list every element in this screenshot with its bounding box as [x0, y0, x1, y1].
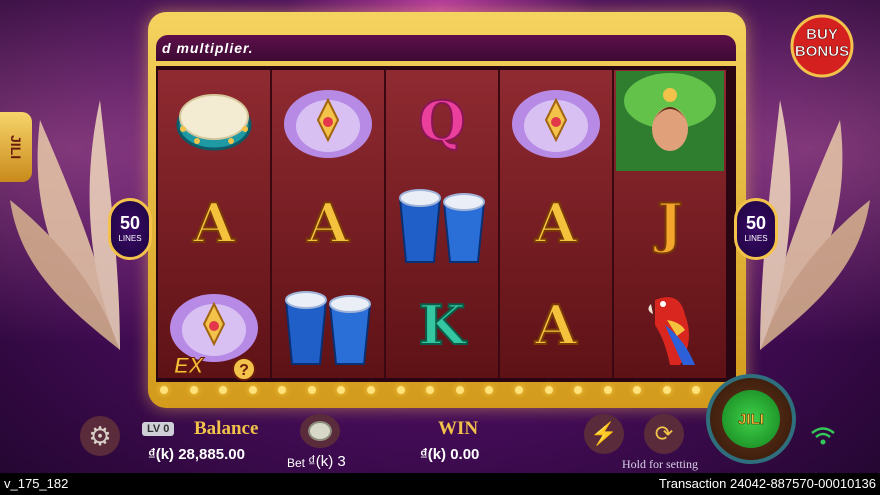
- buy-bonus-line1: BUY: [806, 26, 838, 44]
- symbol-letter: Q: [386, 70, 498, 172]
- transaction-label: Transaction 24042-887570-00010136: [658, 476, 876, 491]
- turbo-button[interactable]: ⚡: [584, 414, 624, 454]
- symbol-letter: A: [500, 172, 612, 274]
- bet-label: Bet: [287, 456, 306, 470]
- balance-label: Balance: [194, 418, 259, 439]
- status-bar: v_175_182 Transaction 24042-887570-00010…: [0, 473, 880, 495]
- symbol-letter: A: [272, 172, 384, 274]
- conga-drums-icon: [284, 291, 372, 365]
- symbol-parrot: [614, 274, 726, 376]
- symbol-tambourine: [158, 70, 270, 172]
- symbol-a-letter: A: [534, 190, 578, 256]
- control-bar: ⚙ LV 0 Balance ₫(k) 28,885.00 Bet ₫(k) 3…: [0, 374, 880, 473]
- symbol-j-letter: J: [656, 190, 684, 256]
- autoplay-button[interactable]: ⟳: [644, 414, 684, 454]
- win-label: WIN: [438, 418, 479, 439]
- symbol-conga-drums: [386, 172, 498, 274]
- gear-icon: ⚙: [88, 421, 112, 451]
- samba-dancer-icon: [616, 71, 724, 171]
- symbol-q-letter: Q: [417, 88, 466, 154]
- tambourine-icon: [176, 94, 252, 151]
- jili-side-tab-label: JILI: [8, 134, 24, 160]
- symbol-conga-drums: [272, 274, 384, 376]
- wifi-icon: [811, 427, 835, 445]
- buy-bonus-line2: BONUS: [794, 43, 850, 61]
- reel-1: A: [158, 70, 272, 378]
- symbol-a-letter: A: [534, 292, 578, 358]
- ex-feature-badge[interactable]: EX ?: [170, 345, 260, 387]
- symbol-samba-dancer: [614, 70, 726, 172]
- win-value: ₫(k) 0.00: [420, 446, 480, 463]
- lines-label: LINES: [118, 234, 142, 243]
- headdress-icon: [512, 90, 600, 158]
- info-marquee: d multiplier.: [156, 35, 736, 61]
- coins-icon: [308, 421, 332, 441]
- spin-button[interactable]: JILI: [706, 374, 796, 464]
- version-label: v_175_182: [4, 476, 69, 491]
- conga-drums-icon: [398, 189, 486, 263]
- settings-button[interactable]: ⚙: [80, 416, 120, 456]
- jili-side-tab[interactable]: JILI: [0, 112, 32, 182]
- reel-2: A: [272, 70, 386, 378]
- help-icon[interactable]: ?: [232, 357, 256, 381]
- buy-bonus-button[interactable]: BUY BONUS: [786, 12, 858, 78]
- symbol-feather-headdress: [272, 70, 384, 172]
- symbol-a-letter: A: [192, 190, 236, 256]
- balance-value: ₫(k) 28,885.00: [148, 446, 245, 463]
- parrot-icon: [648, 297, 695, 365]
- reel-5: J: [614, 70, 726, 378]
- bet-button[interactable]: [300, 414, 340, 448]
- reel-4: A A: [500, 70, 614, 378]
- symbol-letter: A: [500, 274, 612, 376]
- symbol-letter: K: [386, 274, 498, 376]
- symbol-letter: A: [158, 172, 270, 274]
- autoplay-icon: ⟳: [654, 421, 674, 446]
- lines-count: 50: [745, 213, 767, 233]
- bet-value: ₫(k) 3: [308, 453, 346, 470]
- level-badge: LV 0: [142, 422, 175, 436]
- lightning-icon: ⚡: [590, 421, 618, 446]
- hold-for-setting-hint: Hold for setting: [622, 457, 698, 471]
- spin-inner: JILI: [722, 390, 780, 448]
- symbol-k-letter: K: [418, 292, 467, 358]
- headdress-icon: [284, 90, 372, 158]
- spin-logo: JILI: [738, 410, 764, 428]
- lines-indicator-left: 50 LINES: [108, 198, 152, 260]
- symbol-letter: J: [614, 172, 726, 274]
- lines-label: LINES: [744, 234, 768, 243]
- frame-lights: [160, 386, 730, 396]
- symbol-feather-headdress: [500, 70, 612, 172]
- lines-count: 50: [119, 213, 141, 233]
- symbol-a-letter: A: [306, 190, 350, 256]
- lines-indicator-right: 50 LINES: [734, 198, 778, 260]
- reel-3: Q K: [386, 70, 500, 378]
- ex-badge-label: EX: [173, 353, 204, 379]
